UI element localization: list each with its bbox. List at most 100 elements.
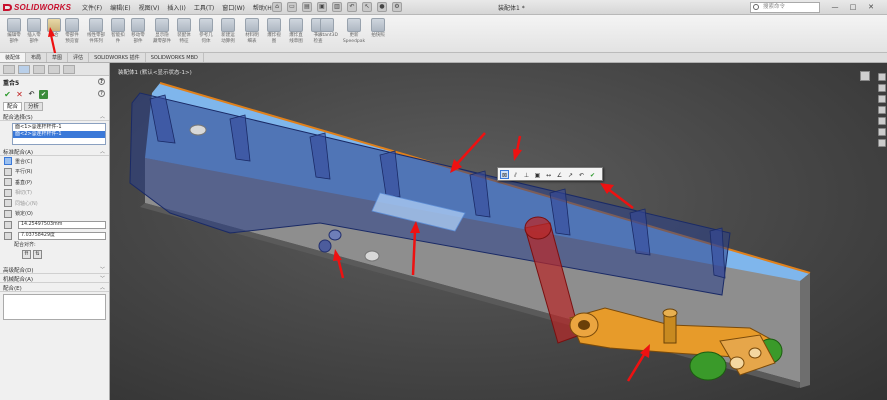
advanced-mates-header[interactable]: 高级配合(D) ﹀ (0, 265, 109, 274)
tab-assembly[interactable]: 装配体 (0, 53, 27, 62)
rebuild-icon[interactable]: ● (377, 2, 387, 12)
custom-properties-icon[interactable] (878, 128, 886, 136)
show-hidden-button[interactable]: 显示隐 藏零部件 (150, 18, 174, 44)
move-component-icon (131, 18, 145, 32)
view-orientation-icon[interactable] (860, 71, 870, 81)
distance-icon[interactable]: ↔ (544, 170, 553, 179)
print-icon[interactable]: ▥ (332, 2, 342, 12)
show-hidden-icon (155, 18, 169, 32)
bill-of-materials-button[interactable]: 材料明 细表 (240, 18, 264, 44)
tab-addins[interactable]: SOLIDWORKS 插件 (89, 53, 146, 62)
chevron-up-icon: ︿ (99, 114, 105, 120)
tab-evaluate[interactable]: 评估 (68, 53, 90, 62)
move-component-button[interactable]: 移动零 部件 (126, 18, 150, 44)
file-explorer-icon[interactable] (878, 95, 886, 103)
mate-parallel[interactable]: 平行(R) (0, 167, 109, 178)
aligned-button[interactable]: ⇈ (22, 250, 31, 259)
resources-icon[interactable] (878, 73, 886, 81)
menu-view[interactable]: 视图(V) (139, 3, 160, 12)
mate-sub-tabs: 配合 分析 (0, 101, 109, 112)
new-motion-study-button[interactable]: 新建运 动算例 (216, 18, 240, 44)
linear-pattern-button[interactable]: 线性零部 件阵列 (84, 18, 108, 44)
undo-icon[interactable]: ↶ (347, 2, 357, 12)
command-tabs: 装配体 布局 草图 评估 SOLIDWORKS 插件 SOLIDWORKS MB… (0, 53, 887, 63)
list-item[interactable]: 面<2>@连杆杆件-1 (13, 131, 105, 138)
flip-alignment-icon[interactable]: ↗ (566, 170, 575, 179)
help-icon[interactable]: ? (98, 90, 105, 97)
comments-box[interactable] (3, 294, 106, 320)
help-icon[interactable]: ? (98, 78, 105, 85)
pin-button[interactable]: ✔ (39, 90, 48, 99)
angle-field[interactable]: 7.03758429度 (18, 231, 106, 240)
update-speedpak-button[interactable]: 更新 Speedpak (340, 18, 368, 44)
feature-tree-tab-icon[interactable] (3, 65, 15, 74)
cancel-button[interactable]: ✕ (15, 90, 24, 99)
search-input[interactable]: 搜索命令 (750, 2, 820, 13)
menu-help[interactable]: 帮助(H) (253, 3, 274, 12)
home-icon[interactable]: ⌂ (272, 2, 282, 12)
explode-line-sketch-button[interactable]: 爆炸直 线草图 (284, 18, 308, 44)
tab-mates[interactable]: 配合 (3, 102, 23, 111)
solidworks-logo[interactable]: SOLIDWORKS (2, 1, 71, 14)
menu-insert[interactable]: 插入(I) (167, 3, 185, 12)
mate-alignment-label: 配合对齐: (14, 242, 36, 248)
parallel-icon[interactable]: ⫽ (511, 170, 520, 179)
display-manager-tab-icon[interactable] (63, 65, 75, 74)
menu-edit[interactable]: 编辑(E) (110, 3, 130, 12)
maximize-button[interactable]: □ (846, 2, 860, 12)
save-icon[interactable]: ▣ (317, 2, 327, 12)
mate-selections-list[interactable]: 面<1>@连杆杆件-1 面<2>@连杆杆件-1 (12, 123, 106, 145)
lock-icon[interactable]: ▣ (533, 170, 542, 179)
assembly-features-button[interactable]: 装配体 特征 (172, 18, 196, 44)
tab-mbd[interactable]: SOLIDWORKS MBD (146, 53, 204, 62)
instant3d-button[interactable]: Instant3D (310, 18, 344, 39)
menu-window[interactable]: 窗口(W) (222, 3, 245, 12)
open-file-icon[interactable]: ▤ (302, 2, 312, 12)
new-file-icon[interactable]: ▭ (287, 2, 297, 12)
undo-button[interactable]: ↶ (27, 90, 36, 99)
ok-check-icon[interactable]: ✔ (588, 170, 597, 179)
comments-header[interactable]: 配合(E) ︿ (0, 283, 109, 292)
select-icon[interactable]: ↖ (362, 2, 372, 12)
appearances-icon[interactable] (878, 117, 886, 125)
standard-mates-header[interactable]: 标准配合(A) ︿ (0, 147, 109, 156)
undo-icon[interactable]: ↶ (577, 170, 586, 179)
mate-coincident[interactable]: 重合(C) (0, 156, 109, 167)
design-library-icon[interactable] (878, 84, 886, 92)
dimxpert-tab-icon[interactable] (48, 65, 60, 74)
mechanical-mates-header[interactable]: 机械配合(A) ﹀ (0, 274, 109, 283)
tab-layout[interactable]: 布局 (26, 53, 48, 62)
ok-button[interactable]: ✔ (3, 90, 12, 99)
configuration-tab-icon[interactable] (33, 65, 45, 74)
property-manager-tab-icon[interactable] (18, 65, 30, 74)
menu-tools[interactable]: 工具(T) (194, 3, 214, 12)
perpendicular-icon[interactable]: ⊥ (522, 170, 531, 179)
orange-link-2-hole (729, 356, 745, 370)
graphics-area[interactable]: 装配体1 (默认<显示状态-1>) ⊠ ⫽ ⊥ ▣ ↔ ∠ ↗ ↶ ✔ (110, 63, 887, 400)
mate-perpendicular[interactable]: 垂直(P) (0, 177, 109, 188)
mate-tangent[interactable]: 相切(T) (0, 188, 109, 199)
view-palette-icon[interactable] (878, 106, 886, 114)
take-snapshot-button[interactable]: 拍快照 (366, 18, 390, 39)
angle-icon[interactable]: ∠ (555, 170, 564, 179)
mate-lock[interactable]: 锁定(O) (0, 209, 109, 220)
list-item[interactable]: 面<1>@连杆杆件-1 (13, 124, 105, 131)
mate-concentric[interactable]: 同轴心(N) (0, 198, 109, 209)
tab-sketch[interactable]: 草图 (47, 53, 69, 62)
green-part[interactable] (689, 351, 727, 381)
anti-aligned-button[interactable]: ⇅ (33, 250, 42, 259)
close-button[interactable]: ✕ (864, 2, 878, 12)
mate-label: 相切(T) (15, 190, 32, 197)
mate-selections-header[interactable]: 配合选择(S) ︿ (0, 112, 109, 121)
tab-analysis[interactable]: 分析 (24, 102, 44, 111)
exploded-view-button[interactable]: 爆炸视 图 (262, 18, 286, 44)
menu-file[interactable]: 文件(F) (82, 3, 102, 12)
forum-icon[interactable] (878, 139, 886, 147)
distance-field[interactable]: 14.25497503mm (18, 220, 106, 229)
insert-component-icon (27, 18, 41, 32)
chevron-up-icon: ︿ (99, 149, 105, 155)
minimize-button[interactable]: — (828, 2, 842, 12)
reference-geometry-button[interactable]: 参考几 何体 (194, 18, 218, 44)
options-icon[interactable]: ⚙ (392, 2, 402, 12)
coincident-icon[interactable]: ⊠ (500, 169, 509, 179)
